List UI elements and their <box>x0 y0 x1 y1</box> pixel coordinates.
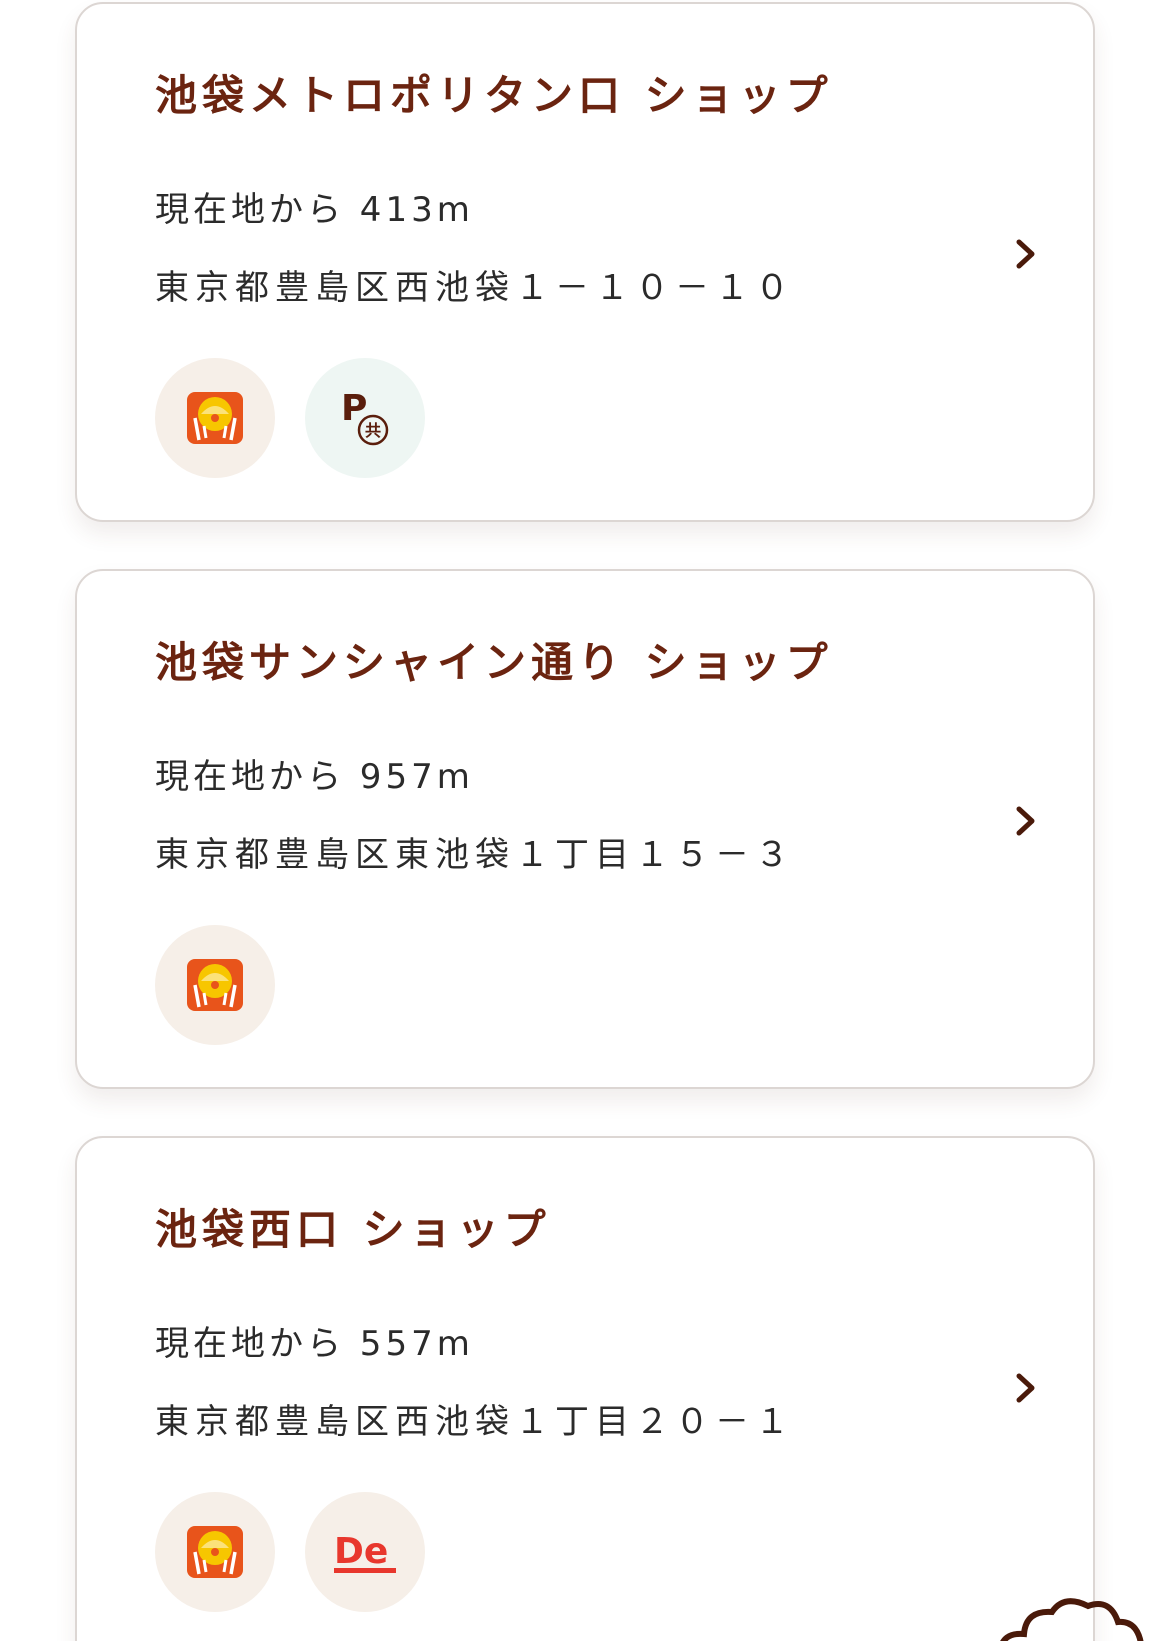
svg-text:P: P <box>341 388 367 429</box>
service-badges: P 共 <box>155 358 425 478</box>
shop-distance: 現在地から 957m <box>155 757 474 797</box>
shop-name: 池袋西口 ショップ <box>155 1205 551 1254</box>
mos-icon <box>187 959 243 1011</box>
chevron-right-icon <box>1016 806 1035 836</box>
mos-icon <box>187 392 243 444</box>
cloud-decoration-icon <box>1000 1598 1144 1641</box>
mos-icon <box>187 1526 243 1578</box>
parking-badge: P 共 <box>305 358 425 478</box>
shared-parking-icon: P 共 <box>341 388 389 446</box>
shop-card[interactable]: 池袋サンシャイン通り ショップ 現在地から 957m 東京都豊島区東池袋１丁目１… <box>75 569 1095 1089</box>
svg-text:共: 共 <box>365 421 381 440</box>
mos-badge <box>155 1492 275 1612</box>
service-badges <box>155 925 275 1045</box>
svg-text:De: De <box>334 1531 388 1572</box>
shop-address: 東京都豊島区東池袋１丁目１５－３ <box>155 835 795 875</box>
shop-distance: 現在地から 413m <box>155 190 474 230</box>
shop-address: 東京都豊島区西池袋１－１０－１０ <box>155 268 795 308</box>
chevron-right-icon <box>1016 1373 1035 1403</box>
shop-card[interactable]: 池袋西口 ショップ 現在地から 557m 東京都豊島区西池袋１丁目２０－１ De <box>75 1136 1095 1641</box>
mos-badge <box>155 358 275 478</box>
service-badges: De <box>155 1492 425 1612</box>
delivery-badge: De <box>305 1492 425 1612</box>
shop-distance: 現在地から 557m <box>155 1324 474 1364</box>
mos-badge <box>155 925 275 1045</box>
shop-name: 池袋メトロポリタン口 ショップ <box>155 71 833 120</box>
shop-card[interactable]: 池袋メトロポリタン口 ショップ 現在地から 413m 東京都豊島区西池袋１－１０… <box>75 2 1095 522</box>
shop-name: 池袋サンシャイン通り ショップ <box>155 638 833 687</box>
shop-list: 池袋メトロポリタン口 ショップ 現在地から 413m 東京都豊島区西池袋１－１０… <box>0 0 1170 1641</box>
delivery-icon: De <box>334 1531 396 1573</box>
shop-address: 東京都豊島区西池袋１丁目２０－１ <box>155 1402 795 1442</box>
chevron-right-icon <box>1016 239 1035 269</box>
